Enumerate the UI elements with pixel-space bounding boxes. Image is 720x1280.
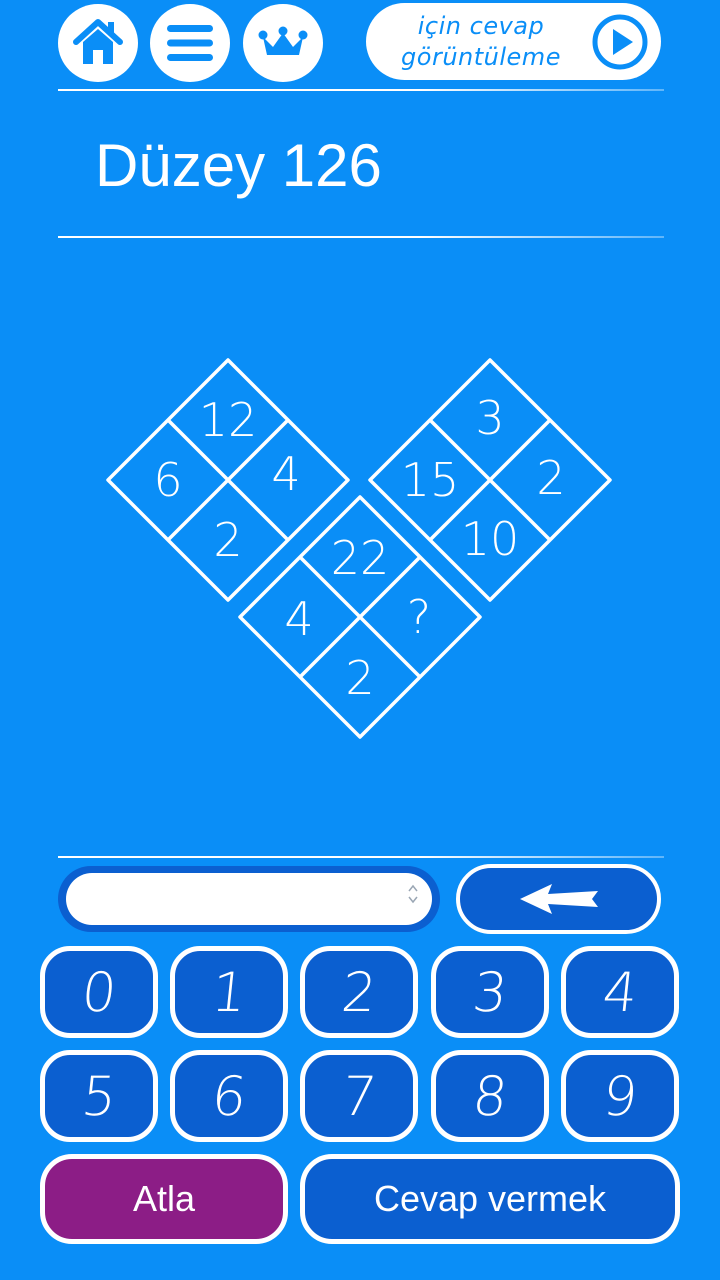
key-3-label: 3 xyxy=(469,960,511,1024)
key-9[interactable]: 9 xyxy=(561,1050,679,1142)
key-3[interactable]: 3 xyxy=(431,946,549,1038)
top-divider xyxy=(58,89,664,91)
left-diamond-top: 12 xyxy=(199,393,258,447)
key-5[interactable]: 5 xyxy=(40,1050,158,1142)
key-8[interactable]: 8 xyxy=(431,1050,549,1142)
crown-button[interactable] xyxy=(243,4,323,82)
answer-input[interactable] xyxy=(66,873,432,925)
submit-answer-button[interactable]: Cevap vermek xyxy=(300,1154,680,1244)
right-diamond-top: 3 xyxy=(475,391,504,445)
key-1-label: 1 xyxy=(208,960,250,1024)
home-icon xyxy=(73,19,123,64)
key-2[interactable]: 2 xyxy=(300,946,418,1038)
view-answer-line-1: için cevap xyxy=(417,12,545,40)
menu-icon xyxy=(167,25,213,61)
menu-button[interactable] xyxy=(150,4,230,82)
view-answer-button[interactable]: için cevap görüntüleme xyxy=(366,3,661,80)
play-icon xyxy=(592,14,648,70)
key-5-label: 5 xyxy=(78,1064,120,1128)
key-8-label: 8 xyxy=(469,1064,511,1128)
backspace-button[interactable] xyxy=(456,864,661,934)
middle-diamond-top: 22 xyxy=(331,531,390,585)
crown-icon xyxy=(258,26,308,55)
answer-input-wrapper xyxy=(58,866,440,932)
skip-button[interactable]: Atla xyxy=(40,1154,288,1244)
key-6-label: 6 xyxy=(208,1064,250,1128)
key-1[interactable]: 1 xyxy=(170,946,288,1038)
submit-button-label: Cevap vermek xyxy=(373,1178,607,1219)
key-6[interactable]: 6 xyxy=(170,1050,288,1142)
middle-diamond-left: 4 xyxy=(284,592,313,646)
view-answer-line-2: görüntüleme xyxy=(401,43,561,71)
skip-button-label: Atla xyxy=(132,1178,196,1219)
keypad-divider xyxy=(58,856,664,858)
key-7-label: 7 xyxy=(338,1064,380,1128)
view-answer-label: için cevap görüntüleme xyxy=(386,11,576,73)
right-diamond-bottom: 10 xyxy=(461,512,520,566)
left-diamond-right: 4 xyxy=(271,447,300,501)
middle-diamond-bottom: 2 xyxy=(345,651,374,705)
backspace-arrow-icon xyxy=(519,884,598,914)
home-button[interactable] xyxy=(58,4,138,82)
key-4[interactable]: 4 xyxy=(561,946,679,1038)
key-7[interactable]: 7 xyxy=(300,1050,418,1142)
right-diamond-right: 2 xyxy=(536,451,565,505)
middle-diamond-right: ? xyxy=(407,590,431,644)
key-0-label: 0 xyxy=(78,960,120,1024)
right-diamond-left: 15 xyxy=(401,453,460,507)
left-diamond-bottom: 2 xyxy=(213,513,242,567)
key-4-label: 4 xyxy=(599,960,641,1024)
level-title: Düzey 126 xyxy=(95,132,382,199)
puzzle-figure: 12 6 4 2 3 15 2 10 22 4 ? 2 xyxy=(106,358,612,739)
number-spinner-icon[interactable] xyxy=(406,883,420,905)
key-9-label: 9 xyxy=(599,1064,641,1128)
key-0[interactable]: 0 xyxy=(40,946,158,1038)
key-2-label: 2 xyxy=(338,960,380,1024)
title-divider xyxy=(58,236,664,238)
left-diamond-left: 6 xyxy=(153,453,182,507)
